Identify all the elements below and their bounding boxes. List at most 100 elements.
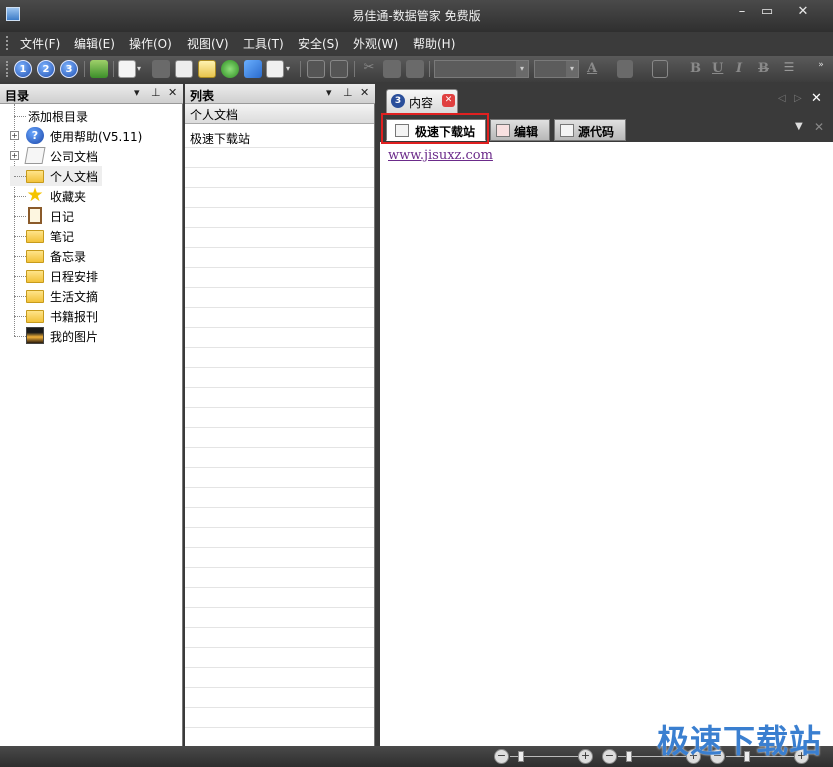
picture-icon bbox=[26, 327, 44, 344]
level-1-button[interactable]: 1 bbox=[14, 60, 32, 78]
preview-icon[interactable] bbox=[175, 60, 193, 78]
menu-operate[interactable]: 操作(O) bbox=[129, 35, 172, 52]
close-button[interactable]: ✕ bbox=[792, 4, 814, 19]
tree-connector bbox=[14, 216, 26, 217]
close-icon[interactable]: ✕ bbox=[168, 86, 177, 99]
new-document-icon[interactable] bbox=[118, 60, 136, 78]
refresh-tree-icon[interactable] bbox=[90, 60, 108, 78]
copy-icon[interactable] bbox=[383, 60, 401, 78]
source-code-icon bbox=[560, 124, 574, 137]
strikethrough-button[interactable]: B bbox=[758, 61, 769, 76]
empty-list-row bbox=[185, 208, 374, 228]
scroll-left-icon[interactable]: ◁ bbox=[778, 93, 786, 104]
empty-list-row bbox=[185, 288, 374, 308]
zoom-slider-1[interactable]: − + bbox=[494, 749, 594, 765]
close-view-icon[interactable]: ✕ bbox=[814, 120, 824, 134]
pin-icon[interactable]: ⊥ bbox=[151, 86, 161, 99]
font-color-button[interactable]: A bbox=[587, 61, 597, 76]
tree-item-label: 日程安排 bbox=[50, 270, 99, 284]
folder-icon bbox=[26, 310, 44, 323]
empty-list-row bbox=[185, 688, 374, 708]
tab-edit[interactable]: 编辑 bbox=[490, 119, 550, 141]
tree-connector bbox=[14, 316, 26, 317]
level-2-button[interactable]: 2 bbox=[37, 60, 55, 78]
tab-content[interactable]: 3 内容 ✕ bbox=[386, 89, 458, 113]
edit-icon bbox=[496, 124, 510, 137]
move-down-icon[interactable] bbox=[330, 60, 348, 78]
close-document-icon[interactable]: ✕ bbox=[811, 91, 822, 106]
window-title: 易佳通-数据管家 免费版 bbox=[352, 9, 481, 23]
menu-tools[interactable]: 工具(T) bbox=[243, 35, 284, 52]
tree-item-personal-docs[interactable]: 个人文档 bbox=[10, 166, 102, 186]
maximize-button[interactable]: ▭ bbox=[756, 4, 778, 19]
move-up-icon[interactable] bbox=[307, 60, 325, 78]
title-bar: 易佳通-数据管家 免费版 – ▭ ✕ bbox=[0, 0, 833, 32]
empty-list-row bbox=[185, 628, 374, 648]
toolbar-overflow-icon[interactable]: » bbox=[816, 60, 826, 78]
underline-button[interactable]: U bbox=[712, 61, 723, 76]
paste-icon[interactable] bbox=[406, 60, 424, 78]
list-item[interactable]: 极速下载站 bbox=[185, 128, 374, 148]
expand-icon[interactable]: + bbox=[10, 151, 19, 160]
cut-icon[interactable]: ✂ bbox=[360, 60, 378, 78]
dropdown-arrow-icon[interactable]: ▾ bbox=[286, 60, 296, 78]
empty-list-row bbox=[185, 528, 374, 548]
panel-menu-icon[interactable]: ▾ bbox=[134, 86, 140, 99]
folder-icon bbox=[26, 290, 44, 303]
zoom-out-icon[interactable]: − bbox=[494, 749, 509, 764]
empty-list-row bbox=[185, 448, 374, 468]
italic-button[interactable]: I bbox=[736, 61, 742, 76]
zoom-out-icon[interactable]: − bbox=[602, 749, 617, 764]
list-title: 列表 bbox=[190, 89, 215, 103]
tab-source-code[interactable]: 源代码 bbox=[554, 119, 626, 141]
sync-icon[interactable] bbox=[221, 60, 239, 78]
scroll-right-icon[interactable]: ▷ bbox=[794, 93, 802, 104]
tree-item-label: 使用帮助(V5.11) bbox=[50, 130, 143, 144]
empty-list-row bbox=[185, 668, 374, 688]
close-tab-icon[interactable]: ✕ bbox=[442, 94, 455, 107]
font-family-select[interactable]: ▾ bbox=[434, 60, 529, 78]
tree-item-label: 个人文档 bbox=[50, 170, 99, 184]
level-3-button[interactable]: 3 bbox=[60, 60, 78, 78]
minimize-button[interactable]: – bbox=[731, 4, 753, 19]
zoom-in-icon[interactable]: + bbox=[578, 749, 593, 764]
empty-list-row bbox=[185, 408, 374, 428]
notes-icon[interactable] bbox=[198, 60, 216, 78]
toolbar: 1 2 3 ▾ ▾ ✂ ▾ ▾ A B U I B ☰ » bbox=[0, 56, 833, 82]
zoom-thumb[interactable] bbox=[626, 751, 632, 762]
pin-icon[interactable]: ⊥ bbox=[343, 86, 353, 99]
empty-list-row bbox=[185, 368, 374, 388]
font-size-select[interactable]: ▾ bbox=[534, 60, 579, 78]
empty-list-row bbox=[185, 428, 374, 448]
panel-menu-icon[interactable]: ▾ bbox=[326, 86, 332, 99]
menu-help[interactable]: 帮助(H) bbox=[413, 35, 455, 52]
folder-icon bbox=[26, 250, 44, 263]
menu-appearance[interactable]: 外观(W) bbox=[353, 35, 398, 52]
tools-icon[interactable] bbox=[244, 60, 262, 78]
menu-file[interactable]: 文件(F) bbox=[20, 35, 60, 52]
list-column-header[interactable]: 个人文档 bbox=[185, 104, 374, 124]
tab-list-icon[interactable]: ▼ bbox=[795, 121, 803, 132]
empty-list-row bbox=[185, 248, 374, 268]
align-left-icon[interactable]: ☰ bbox=[780, 60, 798, 78]
help-icon: ? bbox=[26, 127, 44, 144]
highlight-color-icon[interactable] bbox=[617, 60, 633, 78]
bold-button[interactable]: B bbox=[690, 61, 701, 76]
menu-edit[interactable]: 编辑(E) bbox=[74, 35, 115, 52]
menu-security[interactable]: 安全(S) bbox=[298, 35, 339, 52]
import-icon[interactable] bbox=[266, 60, 284, 78]
content-link[interactable]: www.jisuxz.com bbox=[388, 148, 493, 163]
border-icon[interactable] bbox=[652, 60, 668, 78]
dropdown-arrow-icon[interactable]: ▾ bbox=[137, 60, 147, 78]
tree-connector bbox=[14, 196, 26, 197]
tree-item-label: 生活文摘 bbox=[50, 290, 99, 304]
tree-connector bbox=[14, 276, 26, 277]
tab-source-label: 源代码 bbox=[578, 125, 615, 139]
menu-view[interactable]: 视图(V) bbox=[187, 35, 229, 52]
expand-icon[interactable]: + bbox=[10, 131, 19, 140]
close-icon[interactable]: ✕ bbox=[360, 86, 369, 99]
move-icon bbox=[152, 60, 170, 78]
empty-list-row bbox=[185, 608, 374, 628]
zoom-thumb[interactable] bbox=[518, 751, 524, 762]
menu-grip bbox=[6, 36, 9, 50]
